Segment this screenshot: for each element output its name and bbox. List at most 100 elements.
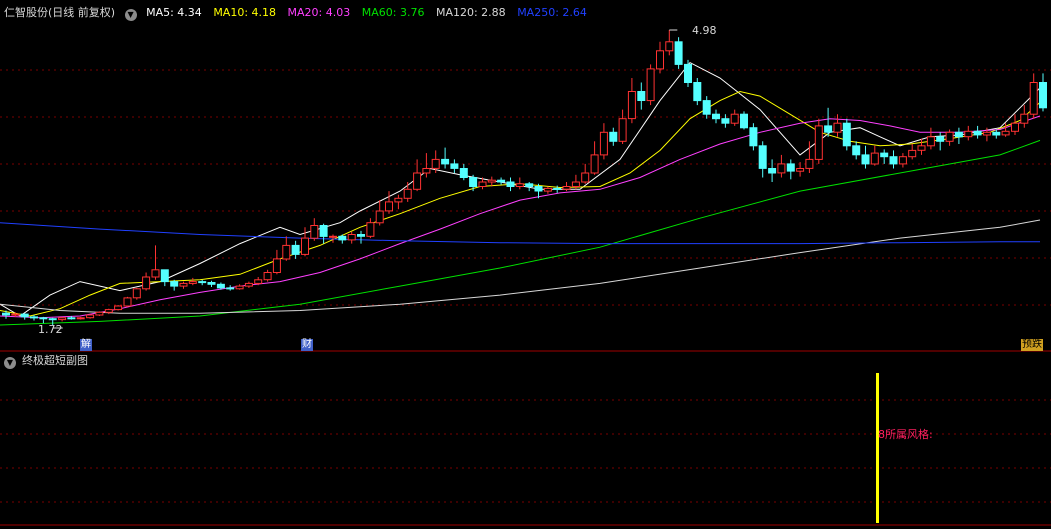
candle-body bbox=[1011, 122, 1019, 132]
candle-body bbox=[553, 187, 562, 190]
candle bbox=[684, 59, 692, 87]
candle-body bbox=[758, 145, 767, 169]
candle-body bbox=[403, 188, 412, 199]
sub-chart-title-bar: ▼ 终极超短副图 bbox=[4, 353, 88, 369]
candle-body bbox=[889, 156, 898, 165]
indicator-text: 所属风格: bbox=[885, 428, 933, 441]
candle-body bbox=[712, 113, 720, 120]
candle bbox=[263, 269, 272, 282]
candle bbox=[758, 141, 767, 178]
candle-body bbox=[39, 317, 48, 320]
forecast-tag[interactable]: 预跌 bbox=[1021, 339, 1043, 351]
candle-body bbox=[497, 179, 506, 183]
candle-body bbox=[338, 235, 347, 241]
candle-body bbox=[982, 131, 991, 136]
candle bbox=[543, 186, 552, 194]
candle bbox=[954, 127, 963, 144]
candle bbox=[945, 129, 954, 146]
finance-tag[interactable]: 财 bbox=[301, 339, 313, 351]
candle bbox=[310, 218, 319, 241]
candle-body bbox=[936, 136, 945, 142]
period-label: (日线 前复权) bbox=[48, 6, 116, 19]
candle bbox=[422, 153, 431, 178]
candle bbox=[272, 249, 281, 275]
candle-body bbox=[945, 131, 954, 142]
candle-body bbox=[833, 122, 842, 133]
candle bbox=[833, 114, 842, 137]
candle bbox=[786, 159, 795, 180]
candlestick-series bbox=[2, 29, 1047, 329]
candle bbox=[721, 114, 730, 128]
candle-body bbox=[852, 145, 861, 156]
candle bbox=[1029, 73, 1038, 119]
candle-body bbox=[347, 234, 356, 241]
candle-body bbox=[618, 118, 627, 142]
ma10-label: MA10: 4.18 bbox=[213, 6, 277, 19]
candle-body bbox=[842, 122, 851, 147]
unlock-tag[interactable]: 解 bbox=[80, 339, 92, 351]
candle-body bbox=[310, 225, 319, 239]
candle bbox=[76, 316, 85, 320]
candle bbox=[403, 182, 412, 202]
candle-body bbox=[478, 181, 487, 187]
moving-average-lines bbox=[0, 61, 1041, 326]
candle bbox=[656, 41, 664, 74]
candle bbox=[665, 30, 674, 56]
candle bbox=[674, 37, 683, 69]
candle-body bbox=[740, 113, 748, 129]
candle-body bbox=[627, 91, 636, 120]
candle bbox=[926, 127, 935, 150]
candle bbox=[207, 280, 216, 287]
candle-body bbox=[908, 149, 917, 158]
candle bbox=[226, 285, 235, 291]
candle-body bbox=[2, 312, 10, 316]
candle bbox=[637, 82, 646, 110]
ma20-label: MA20: 4.03 bbox=[287, 6, 351, 19]
candle bbox=[58, 316, 67, 322]
candle bbox=[244, 281, 253, 288]
candle bbox=[170, 279, 179, 291]
candle bbox=[20, 313, 29, 320]
candle bbox=[469, 174, 478, 192]
candle-body bbox=[254, 279, 263, 284]
chevron-down-circle-icon[interactable]: ▼ bbox=[4, 357, 16, 369]
candle-body bbox=[1020, 113, 1029, 124]
candle bbox=[319, 223, 328, 244]
kline-chart[interactable] bbox=[0, 0, 1051, 529]
candle bbox=[114, 305, 123, 311]
candle bbox=[515, 177, 524, 190]
candle-body bbox=[20, 313, 29, 318]
candle-body bbox=[749, 127, 758, 147]
candle-body bbox=[226, 287, 235, 290]
candle-body bbox=[796, 168, 805, 172]
candle bbox=[394, 194, 403, 210]
candle-body bbox=[123, 297, 132, 307]
candle bbox=[198, 279, 207, 286]
candle bbox=[86, 314, 95, 319]
chevron-down-circle-icon[interactable]: ▼ bbox=[124, 9, 137, 21]
candle bbox=[814, 118, 823, 164]
candle-body bbox=[48, 318, 57, 321]
chart-grid bbox=[0, 69, 1051, 526]
ma120-label: MA120: 2.88 bbox=[435, 6, 506, 19]
candle bbox=[347, 231, 356, 244]
candle-body bbox=[30, 316, 38, 319]
candle-body bbox=[151, 269, 160, 278]
candle-body bbox=[114, 305, 123, 311]
candle-body bbox=[702, 100, 711, 115]
candle-body bbox=[730, 113, 739, 124]
candle-body bbox=[104, 309, 113, 313]
candle-body bbox=[487, 179, 496, 183]
candle bbox=[870, 145, 879, 166]
candle bbox=[712, 109, 720, 124]
candle bbox=[188, 277, 197, 286]
max-price-label: 4.98 bbox=[692, 24, 717, 37]
candle bbox=[740, 111, 748, 130]
candle-body bbox=[95, 311, 104, 316]
candle bbox=[1011, 114, 1019, 135]
candle-body bbox=[506, 181, 515, 187]
candle bbox=[973, 125, 982, 139]
candle bbox=[936, 132, 945, 151]
candle bbox=[618, 109, 627, 144]
candle-body bbox=[898, 156, 907, 165]
